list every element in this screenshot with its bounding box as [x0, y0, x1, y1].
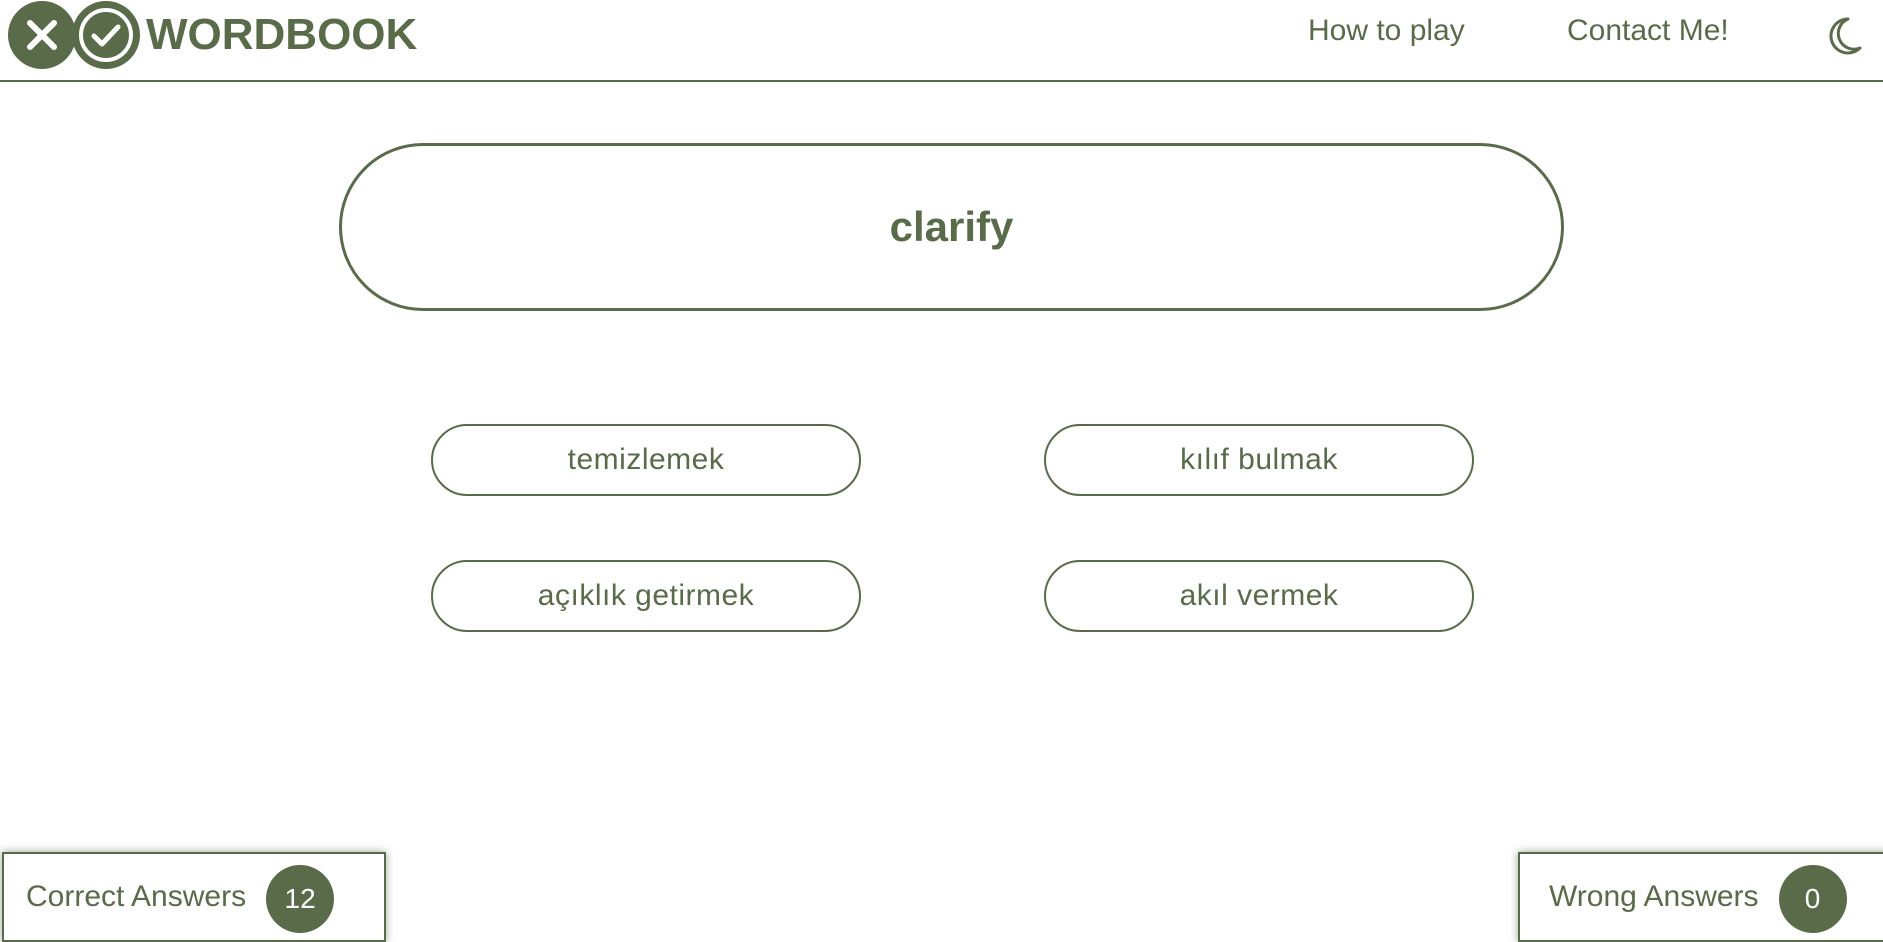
answer-option-label: akıl vermek	[1179, 579, 1339, 612]
answer-option-label: kılıf bulmak	[1180, 443, 1338, 476]
how-to-play-link[interactable]: How to play	[1308, 14, 1465, 48]
top-nav-bar: WORDBOOK How to play Contact Me!	[0, 0, 1883, 82]
answer-option-2[interactable]: kılıf bulmak	[1044, 424, 1474, 496]
wrong-answers-panel: Wrong Answers 0	[1518, 852, 1883, 942]
answer-option-1[interactable]: temizlemek	[431, 424, 861, 496]
contact-link[interactable]: Contact Me!	[1567, 14, 1729, 48]
check-icon	[72, 1, 140, 69]
answer-option-label: açıklık getirmek	[537, 579, 755, 612]
correct-answers-count: 12	[266, 865, 335, 933]
brand-name: WORDBOOK	[146, 10, 418, 59]
answer-option-3[interactable]: açıklık getirmek	[431, 560, 861, 632]
answer-option-label: temizlemek	[567, 443, 725, 476]
wrong-answers-label: Wrong Answers	[1549, 880, 1759, 913]
question-word-card: clarify	[339, 143, 1564, 311]
question-word: clarify	[889, 203, 1014, 250]
answer-option-4[interactable]: akıl vermek	[1044, 560, 1474, 632]
logo[interactable]: WORDBOOK	[8, 0, 417, 70]
correct-answers-panel: Correct Answers 12	[2, 852, 386, 942]
wrong-answers-count: 0	[1778, 865, 1847, 933]
correct-answers-label: Correct Answers	[26, 880, 247, 913]
moon-icon[interactable]	[1826, 16, 1862, 56]
close-icon	[8, 1, 76, 69]
